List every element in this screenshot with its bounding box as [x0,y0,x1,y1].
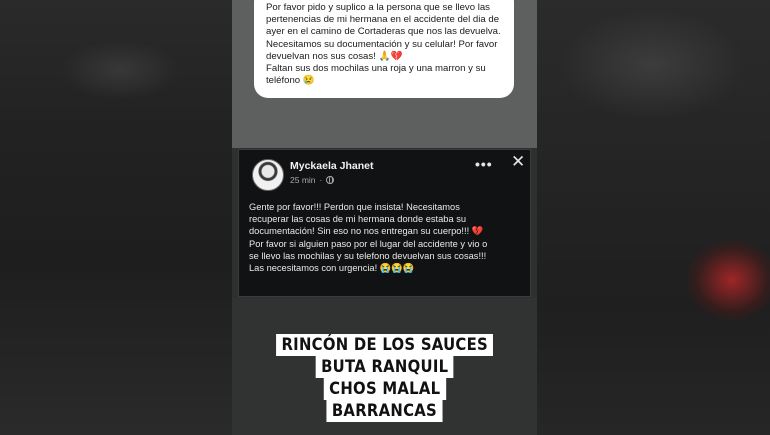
blurred-highlight [557,10,747,120]
more-options-icon[interactable]: ••• [475,156,493,172]
bubble-line: Faltan sus dos mochilas una roja y una m… [266,63,486,75]
message-bubble: Por favor pido y suplico a la persona qu… [254,0,514,98]
bubble-line: Por favor pido y suplico a la persona qu… [266,2,490,13]
post-line: Las necesitamos con urgencia! 😭😭😭 [249,263,415,274]
blurred-red-spot [687,240,770,320]
bubble-line: ayer en el camino de Cortaderas que nos … [266,26,501,38]
blurred-background-left [0,0,232,435]
avatar[interactable] [252,159,284,191]
post-body: Gente por favor!!! Perdon que insista! N… [249,201,529,274]
blurred-background-right [537,0,770,435]
globe-icon [326,176,335,184]
meta-separator: · [319,175,323,185]
post-line: recuperar las cosas de mi hermana donde … [249,214,467,225]
post-line: se llevo las mochilas y su telefono devu… [249,250,487,261]
location-caption: RINCÓN DE LOS SAUCES [275,334,494,356]
location-caption: BARRANCAS [326,400,443,422]
facebook-post: Myckaela Jhanet 25 min · ••• ✕ Gente por… [238,149,531,297]
bubble-line: teléfono 😢 [266,75,315,87]
close-icon[interactable]: ✕ [511,152,525,172]
post-time[interactable]: 25 min [290,175,316,185]
bubble-line: devuelvan nos sus cosas! 🙏💔 [266,50,403,62]
post-author[interactable]: Myckaela Jhanet [290,160,373,172]
post-line: Gente por favor!!! Perdon que insista! N… [249,202,460,212]
location-caption: BUTA RANQUIL [315,356,454,378]
story-top-area: Por favor pido y suplico a la persona qu… [232,0,537,148]
post-line: Por favor si alguien paso por el lugar d… [249,238,488,249]
location-captions: RINCÓN DE LOS SAUCES BUTA RANQUIL CHOS M… [232,334,537,422]
post-meta: 25 min · [290,175,335,185]
post-line: documentación! Sin eso no nos entregan s… [249,226,484,237]
bubble-line: Necesitamos su documentación y su celula… [266,38,498,50]
story-screen: Por favor pido y suplico a la persona qu… [232,0,537,435]
location-caption: CHOS MALAL [323,378,446,400]
bubble-line: pertenencias de mi hermana en el acciden… [266,14,500,26]
